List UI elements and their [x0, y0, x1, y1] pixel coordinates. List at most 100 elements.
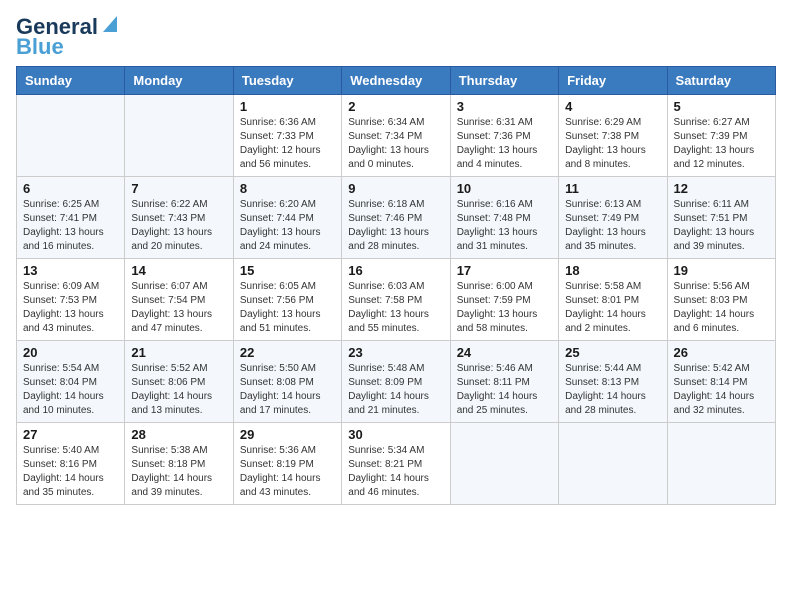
- week-row-4: 20 Sunrise: 5:54 AM Sunset: 8:04 PM Dayli…: [17, 341, 776, 423]
- logo-text-blue: Blue: [16, 36, 64, 58]
- page-header: General Blue: [16, 16, 776, 58]
- day-number: 2: [348, 99, 443, 114]
- calendar-cell: [450, 423, 558, 505]
- day-info: Sunrise: 6:31 AM Sunset: 7:36 PM Dayligh…: [457, 116, 552, 172]
- calendar-cell: 2 Sunrise: 6:34 AM Sunset: 7:34 PM Daylig…: [342, 95, 450, 177]
- week-row-1: 1 Sunrise: 6:36 AM Sunset: 7:33 PM Daylig…: [17, 95, 776, 177]
- day-header-monday: Monday: [125, 67, 233, 95]
- calendar-cell: 14 Sunrise: 6:07 AM Sunset: 7:54 PM Dayli…: [125, 259, 233, 341]
- day-info: Sunrise: 5:46 AM Sunset: 8:11 PM Dayligh…: [457, 362, 552, 418]
- day-number: 28: [131, 427, 226, 442]
- calendar-cell: 26 Sunrise: 5:42 AM Sunset: 8:14 PM Dayli…: [667, 341, 775, 423]
- day-number: 10: [457, 181, 552, 196]
- calendar-header-row: SundayMondayTuesdayWednesdayThursdayFrid…: [17, 67, 776, 95]
- calendar-cell: 22 Sunrise: 5:50 AM Sunset: 8:08 PM Dayli…: [233, 341, 341, 423]
- day-number: 25: [565, 345, 660, 360]
- day-info: Sunrise: 6:27 AM Sunset: 7:39 PM Dayligh…: [674, 116, 769, 172]
- day-number: 17: [457, 263, 552, 278]
- calendar-cell: 11 Sunrise: 6:13 AM Sunset: 7:49 PM Dayli…: [559, 177, 667, 259]
- day-number: 7: [131, 181, 226, 196]
- day-number: 30: [348, 427, 443, 442]
- day-info: Sunrise: 6:09 AM Sunset: 7:53 PM Dayligh…: [23, 280, 118, 336]
- day-number: 20: [23, 345, 118, 360]
- day-info: Sunrise: 6:16 AM Sunset: 7:48 PM Dayligh…: [457, 198, 552, 254]
- calendar-cell: 20 Sunrise: 5:54 AM Sunset: 8:04 PM Dayli…: [17, 341, 125, 423]
- calendar-cell: [125, 95, 233, 177]
- day-number: 27: [23, 427, 118, 442]
- day-number: 21: [131, 345, 226, 360]
- day-info: Sunrise: 5:42 AM Sunset: 8:14 PM Dayligh…: [674, 362, 769, 418]
- calendar-cell: 23 Sunrise: 5:48 AM Sunset: 8:09 PM Dayli…: [342, 341, 450, 423]
- calendar-cell: 19 Sunrise: 5:56 AM Sunset: 8:03 PM Dayli…: [667, 259, 775, 341]
- day-info: Sunrise: 5:52 AM Sunset: 8:06 PM Dayligh…: [131, 362, 226, 418]
- calendar-cell: 18Sunrise: 5:58 AM Sunset: 8:01 PM Dayli…: [559, 259, 667, 341]
- calendar-cell: 25 Sunrise: 5:44 AM Sunset: 8:13 PM Dayli…: [559, 341, 667, 423]
- day-info: Sunrise: 6:25 AM Sunset: 7:41 PM Dayligh…: [23, 198, 118, 254]
- day-number: 15: [240, 263, 335, 278]
- day-number: 9: [348, 181, 443, 196]
- day-number: 14: [131, 263, 226, 278]
- day-number: 19: [674, 263, 769, 278]
- calendar-cell: 1 Sunrise: 6:36 AM Sunset: 7:33 PM Daylig…: [233, 95, 341, 177]
- day-header-thursday: Thursday: [450, 67, 558, 95]
- day-number: 16: [348, 263, 443, 278]
- day-info: Sunrise: 5:38 AM Sunset: 8:18 PM Dayligh…: [131, 444, 226, 500]
- calendar-cell: [17, 95, 125, 177]
- calendar-cell: 10 Sunrise: 6:16 AM Sunset: 7:48 PM Dayli…: [450, 177, 558, 259]
- day-info: Sunrise: 5:48 AM Sunset: 8:09 PM Dayligh…: [348, 362, 443, 418]
- day-number: 13: [23, 263, 118, 278]
- day-number: 23: [348, 345, 443, 360]
- day-info: Sunrise: 6:20 AM Sunset: 7:44 PM Dayligh…: [240, 198, 335, 254]
- day-header-saturday: Saturday: [667, 67, 775, 95]
- calendar-cell: 29 Sunrise: 5:36 AM Sunset: 8:19 PM Dayli…: [233, 423, 341, 505]
- logo: General Blue: [16, 16, 117, 58]
- calendar-cell: [559, 423, 667, 505]
- day-number: 1: [240, 99, 335, 114]
- day-header-tuesday: Tuesday: [233, 67, 341, 95]
- day-number: 22: [240, 345, 335, 360]
- day-info: Sunrise: 5:36 AM Sunset: 8:19 PM Dayligh…: [240, 444, 335, 500]
- day-number: 29: [240, 427, 335, 442]
- day-number: 26: [674, 345, 769, 360]
- calendar-cell: 9Sunrise: 6:18 AM Sunset: 7:46 PM Daylig…: [342, 177, 450, 259]
- calendar-cell: 27Sunrise: 5:40 AM Sunset: 8:16 PM Dayli…: [17, 423, 125, 505]
- calendar-cell: 30 Sunrise: 5:34 AM Sunset: 8:21 PM Dayli…: [342, 423, 450, 505]
- day-header-friday: Friday: [559, 67, 667, 95]
- calendar-cell: 21 Sunrise: 5:52 AM Sunset: 8:06 PM Dayli…: [125, 341, 233, 423]
- day-info: Sunrise: 5:58 AM Sunset: 8:01 PM Dayligh…: [565, 280, 660, 336]
- day-info: Sunrise: 5:56 AM Sunset: 8:03 PM Dayligh…: [674, 280, 769, 336]
- day-info: Sunrise: 6:36 AM Sunset: 7:33 PM Dayligh…: [240, 116, 335, 172]
- calendar-cell: 16 Sunrise: 6:03 AM Sunset: 7:58 PM Dayli…: [342, 259, 450, 341]
- day-info: Sunrise: 5:54 AM Sunset: 8:04 PM Dayligh…: [23, 362, 118, 418]
- calendar-cell: [667, 423, 775, 505]
- day-info: Sunrise: 6:29 AM Sunset: 7:38 PM Dayligh…: [565, 116, 660, 172]
- day-number: 6: [23, 181, 118, 196]
- day-info: Sunrise: 5:50 AM Sunset: 8:08 PM Dayligh…: [240, 362, 335, 418]
- day-number: 12: [674, 181, 769, 196]
- calendar-cell: 28 Sunrise: 5:38 AM Sunset: 8:18 PM Dayli…: [125, 423, 233, 505]
- logo-triangle-icon: [99, 16, 117, 34]
- calendar-cell: 17Sunrise: 6:00 AM Sunset: 7:59 PM Dayli…: [450, 259, 558, 341]
- day-info: Sunrise: 5:34 AM Sunset: 8:21 PM Dayligh…: [348, 444, 443, 500]
- calendar-cell: 3 Sunrise: 6:31 AM Sunset: 7:36 PM Daylig…: [450, 95, 558, 177]
- day-number: 3: [457, 99, 552, 114]
- day-info: Sunrise: 6:22 AM Sunset: 7:43 PM Dayligh…: [131, 198, 226, 254]
- day-info: Sunrise: 6:05 AM Sunset: 7:56 PM Dayligh…: [240, 280, 335, 336]
- calendar-cell: 7 Sunrise: 6:22 AM Sunset: 7:43 PM Daylig…: [125, 177, 233, 259]
- day-info: Sunrise: 6:13 AM Sunset: 7:49 PM Dayligh…: [565, 198, 660, 254]
- week-row-5: 27Sunrise: 5:40 AM Sunset: 8:16 PM Dayli…: [17, 423, 776, 505]
- calendar-cell: 12 Sunrise: 6:11 AM Sunset: 7:51 PM Dayli…: [667, 177, 775, 259]
- calendar-cell: 15 Sunrise: 6:05 AM Sunset: 7:56 PM Dayli…: [233, 259, 341, 341]
- week-row-3: 13 Sunrise: 6:09 AM Sunset: 7:53 PM Dayli…: [17, 259, 776, 341]
- day-header-sunday: Sunday: [17, 67, 125, 95]
- day-info: Sunrise: 6:07 AM Sunset: 7:54 PM Dayligh…: [131, 280, 226, 336]
- day-number: 8: [240, 181, 335, 196]
- day-info: Sunrise: 5:44 AM Sunset: 8:13 PM Dayligh…: [565, 362, 660, 418]
- day-info: Sunrise: 6:34 AM Sunset: 7:34 PM Dayligh…: [348, 116, 443, 172]
- day-number: 11: [565, 181, 660, 196]
- day-info: Sunrise: 6:03 AM Sunset: 7:58 PM Dayligh…: [348, 280, 443, 336]
- day-info: Sunrise: 6:11 AM Sunset: 7:51 PM Dayligh…: [674, 198, 769, 254]
- calendar-cell: 5Sunrise: 6:27 AM Sunset: 7:39 PM Daylig…: [667, 95, 775, 177]
- calendar-cell: 13 Sunrise: 6:09 AM Sunset: 7:53 PM Dayli…: [17, 259, 125, 341]
- day-number: 24: [457, 345, 552, 360]
